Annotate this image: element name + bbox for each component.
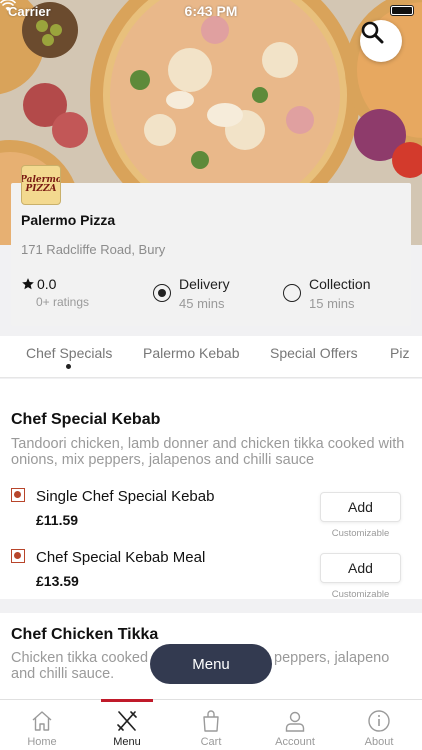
bottom-navigation: Home Menu Cart Account About [0,699,422,750]
star-icon [22,278,34,290]
delivery-time: 45 mins [179,296,225,311]
floating-menu-button[interactable]: Menu [150,644,272,684]
section-description-start: Chicken tikka cooked [11,650,149,666]
user-icon [285,711,305,732]
item-price: £11.59 [36,512,79,528]
collection-time: 15 mins [309,296,355,311]
nav-label: About [364,736,394,748]
nav-menu[interactable]: Menu [85,700,169,750]
section-title: Chef Chicken Tikka [11,626,159,643]
category-tabs: Chef Specials Palermo Kebab Special Offe… [0,336,422,378]
food-type-icon [11,549,25,563]
fork-knife-icon [117,711,137,731]
collection-radio[interactable] [283,284,301,302]
delivery-label: Delivery [179,276,230,292]
item-name[interactable]: Single Chef Special Kebab [36,488,214,505]
home-icon [32,711,52,731]
restaurant-name: Palermo Pizza [21,212,116,228]
info-icon [368,710,390,732]
restaurant-address: 171 Radcliffe Road, Bury [21,242,166,257]
tab-special-offers[interactable]: Special Offers [270,345,358,361]
add-button[interactable]: Add [320,553,401,583]
rating-value: 0.0 [37,276,57,292]
rating-count: 0+ ratings [36,295,90,309]
status-bar: Carrier 6:43 PM [0,0,422,22]
restaurant-logo: Palermo PIZZA [21,165,61,205]
nav-account[interactable]: Account [253,700,337,750]
menu-section-chef-special-kebab: Chef Special Kebab Tandoori chicken, lam… [0,379,422,600]
active-tab-indicator [66,364,71,369]
nav-label: Menu [113,736,141,748]
logo-text: Palermo PIZZA [21,175,61,194]
shopping-bag-icon [203,710,219,732]
item-price: £13.59 [36,573,79,589]
add-button[interactable]: Add [320,492,401,522]
item-name[interactable]: Chef Special Kebab Meal [36,549,205,566]
customizable-label: Customizable [331,528,390,539]
battery-icon [390,5,414,16]
collection-label: Collection [309,276,371,292]
section-title: Chef Special Kebab [11,411,161,428]
section-description-end: peppers, jalapeno [274,650,390,666]
customizable-label: Customizable [331,589,390,600]
nav-label: Cart [200,736,222,748]
nav-cart[interactable]: Cart [169,700,253,750]
collection-option[interactable]: Collection 15 mins [283,276,370,311]
tab-palermo-kebab[interactable]: Palermo Kebab [143,345,240,361]
food-type-icon [11,488,25,502]
nav-about[interactable]: About [337,700,421,750]
nav-home[interactable]: Home [0,700,84,750]
status-time: 6:43 PM [184,3,238,19]
delivery-radio[interactable] [153,284,171,302]
search-button[interactable] [360,20,402,62]
search-icon [361,21,384,44]
section-description: Tandoori chicken, lamb donner and chicke… [11,436,405,468]
tab-chef-specials[interactable]: Chef Specials [26,345,112,361]
delivery-option[interactable]: Delivery 45 mins [153,276,230,311]
tab-pizza[interactable]: Piz [390,345,409,361]
rating: 0.0 [21,276,56,292]
nav-label: Account [275,736,315,748]
nav-label: Home [27,736,57,748]
